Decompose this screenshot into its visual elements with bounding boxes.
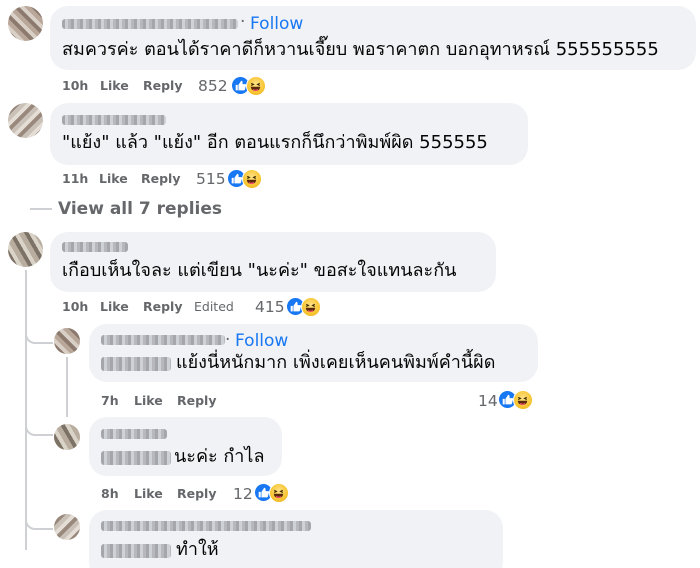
reply-button[interactable]: Reply	[143, 299, 182, 314]
redacted-mention	[101, 357, 171, 371]
edited-label[interactable]: Edited	[194, 299, 234, 314]
comment-bubble: เกือบเห็นใจละ แต่เขียน "นะค่ะ" ขอสะใจแทน…	[50, 232, 496, 292]
like-button[interactable]: Like	[134, 393, 163, 408]
reply-bubble: ทำให้	[89, 510, 503, 568]
reply-bubble: · Follow แย้งนี่หนักมาก เพิ่งเคยเห็นคนพิ…	[89, 324, 538, 382]
like-button[interactable]: Like	[134, 486, 163, 501]
reaction-count[interactable]: 852	[198, 77, 228, 95]
reply-bubble: นะค่ะ กำไล	[89, 417, 282, 476]
reaction-count[interactable]: 515	[196, 170, 226, 188]
comment-timestamp[interactable]: 10h	[62, 78, 88, 93]
reaction-icons[interactable]	[227, 167, 265, 189]
avatar[interactable]	[54, 514, 80, 540]
reaction-icons[interactable]	[286, 295, 324, 317]
reply-button[interactable]: Reply	[177, 486, 216, 501]
comment-text: "แย้ง" แล้ว "แย้ง" อีก ตอนแรกก็นึกว่าพิม…	[62, 132, 488, 153]
comment-timestamp[interactable]: 10h	[62, 299, 88, 314]
redacted-name	[101, 429, 167, 439]
like-button[interactable]: Like	[100, 299, 129, 314]
redacted-name	[62, 19, 238, 29]
avatar[interactable]	[8, 232, 43, 267]
redacted-name	[62, 242, 128, 252]
thread-connector	[30, 208, 52, 210]
reaction-count[interactable]: 12	[233, 485, 253, 503]
avatar[interactable]	[8, 6, 43, 41]
reply-button[interactable]: Reply	[143, 78, 182, 93]
reply-timestamp[interactable]: 7h	[101, 393, 119, 408]
avatar[interactable]	[54, 424, 80, 450]
redacted-mention	[101, 451, 171, 465]
separator-dot: ·	[225, 330, 231, 350]
reply-timestamp[interactable]: 8h	[101, 486, 119, 501]
comment-text: เกือบเห็นใจละ แต่เขียน "นะค่ะ" ขอสะใจแทน…	[62, 260, 457, 281]
redacted-name	[101, 335, 225, 345]
reply-button[interactable]: Reply	[141, 171, 180, 186]
avatar[interactable]	[54, 328, 80, 354]
follow-link[interactable]: Follow	[250, 14, 303, 34]
haha-reaction-icon	[269, 483, 289, 503]
like-button[interactable]: Like	[99, 171, 128, 186]
reply-text: ทำให้	[176, 539, 219, 560]
comment-bubble: "แย้ง" แล้ว "แย้ง" อีก ตอนแรกก็นึกว่าพิม…	[50, 103, 528, 165]
reply-connector	[25, 322, 53, 344]
reply-connector	[25, 414, 53, 436]
separator-dot: ·	[240, 12, 246, 32]
reaction-count[interactable]: 415	[255, 298, 285, 316]
haha-reaction-icon	[301, 297, 321, 317]
haha-reaction-icon	[242, 169, 262, 189]
avatar[interactable]	[8, 103, 43, 138]
reaction-icons[interactable]	[231, 74, 269, 96]
reply-text: แย้งนี่หนักมาก เพิ่งเคยเห็นคนพิมพ์คำนี้ผ…	[176, 352, 496, 373]
haha-reaction-icon	[246, 76, 266, 96]
follow-link[interactable]: Follow	[235, 331, 288, 351]
haha-reaction-icon	[513, 390, 533, 410]
reply-connector	[25, 508, 53, 530]
reply-text: นะค่ะ กำไล	[174, 446, 265, 467]
like-button[interactable]: Like	[100, 78, 129, 93]
reaction-count[interactable]: 14	[478, 392, 498, 410]
reaction-icons[interactable]	[254, 481, 292, 503]
redacted-name	[62, 115, 166, 125]
comment-timestamp[interactable]: 11h	[62, 171, 88, 186]
redacted-name	[101, 521, 311, 531]
reply-button[interactable]: Reply	[177, 393, 216, 408]
view-all-replies-link[interactable]: View all 7 replies	[58, 199, 222, 219]
reaction-icons[interactable]	[498, 388, 536, 410]
comment-bubble: · Follow สมควรค่ะ ตอนได้ราคาดีก็หวานเจี๊…	[50, 6, 696, 70]
redacted-mention	[101, 544, 171, 558]
comment-text: สมควรค่ะ ตอนได้ราคาดีก็หวานเจี๊ยบ พอราคา…	[62, 39, 659, 60]
reply-thread-line	[66, 357, 68, 417]
